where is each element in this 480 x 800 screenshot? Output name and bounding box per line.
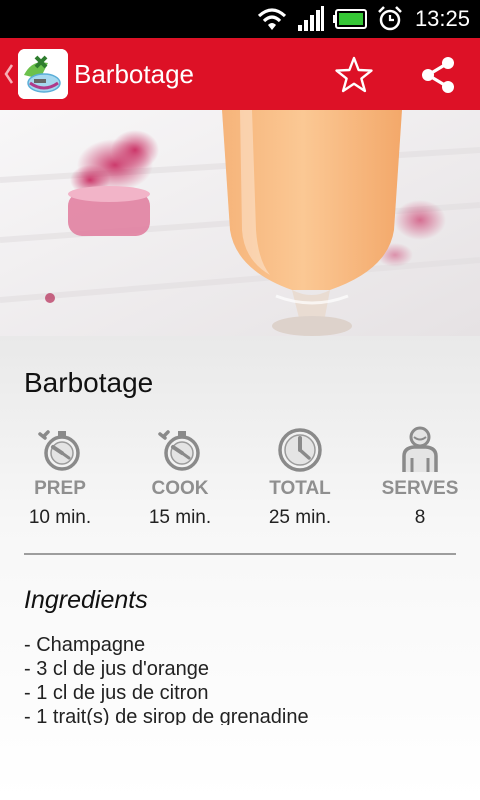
battery-icon (332, 9, 367, 29)
status-bar: 13:25 (0, 0, 480, 38)
recipe-title: Barbotage (24, 367, 154, 398)
signal-icon (297, 6, 324, 31)
wifi-icon (257, 8, 287, 30)
app-logo-icon (18, 49, 68, 99)
action-bar: Barbotage (0, 38, 480, 110)
divider (24, 553, 456, 555)
recipe-photo (0, 110, 480, 336)
ingredient-item: - Champagne (24, 634, 146, 656)
stat-value: 10 min. (28, 507, 92, 528)
stat-label: COOK (151, 478, 209, 499)
recipe-stats: PREP 10 min. COOK 15 min. TOTAL 25 min. … (0, 426, 480, 536)
stat-label: SERVES (381, 478, 459, 499)
ingredient-item: - 1 cl de jus de citron (24, 682, 209, 704)
stat-label: PREP (34, 478, 86, 499)
stat-value: 15 min. (148, 507, 212, 528)
share-button[interactable] (418, 55, 458, 95)
status-icons: 13:25 (255, 0, 470, 38)
alarm-icon (378, 6, 402, 31)
share-icon (422, 57, 454, 93)
back-chevron-icon[interactable] (4, 64, 14, 84)
ingredients-heading: Ingredients (24, 586, 148, 614)
stat-value: 8 (414, 507, 426, 528)
cocktail-glass-image (0, 110, 480, 336)
ingredients-list: - Champagne - 3 cl de jus d'orange - 1 c… (24, 633, 464, 725)
clock-icon (278, 428, 322, 472)
stat-cook: COOK 15 min. (120, 426, 240, 530)
favorite-button[interactable] (334, 55, 374, 95)
stat-value: 25 min. (268, 507, 332, 528)
stat-serves: SERVES 8 (360, 426, 480, 530)
stat-prep: PREP 10 min. (0, 426, 120, 530)
star-icon (335, 56, 373, 93)
ingredient-item: - 3 cl de jus d'orange (24, 658, 210, 680)
app-icon[interactable] (18, 49, 68, 99)
recipe-details: Barbotage PREP 10 min. COOK 15 min. TOTA… (0, 336, 480, 800)
stat-label: TOTAL (269, 478, 331, 499)
stopwatch-icon (158, 430, 200, 471)
action-bar-title: Barbotage (74, 59, 194, 89)
clock: 13:25 (414, 6, 470, 31)
ingredient-item: - 1 trait(s) de sirop de grenadine (24, 706, 309, 725)
stat-total: TOTAL 25 min. (240, 426, 360, 530)
stopwatch-icon (38, 430, 80, 471)
person-icon (402, 426, 438, 472)
